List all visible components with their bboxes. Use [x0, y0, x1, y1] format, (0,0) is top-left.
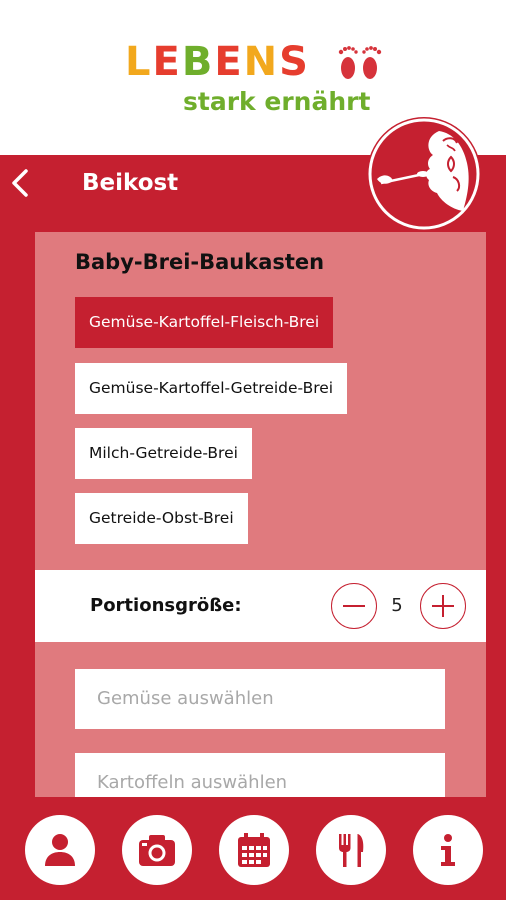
- logo-letter: E: [214, 39, 244, 85]
- logo-wordmark: LEBENS: [125, 40, 310, 84]
- portion-decrease-button[interactable]: [331, 583, 377, 629]
- camera-icon: [139, 835, 175, 866]
- nav-food-button[interactable]: [316, 815, 386, 885]
- nav-calendar-button[interactable]: [219, 815, 289, 885]
- vegetable-select[interactable]: Gemüse auswählen: [75, 669, 445, 729]
- fork-knife-icon: [339, 834, 364, 867]
- page-title: Beikost: [82, 170, 179, 196]
- brei-option-gemuese-kartoffel-getreide[interactable]: Gemüse-Kartoffel-Getreide-Brei: [75, 363, 348, 414]
- calendar-icon: [238, 833, 270, 867]
- minus-circle-icon: [343, 605, 365, 607]
- logo-letter: N: [243, 39, 280, 85]
- logo-letter: L: [125, 39, 153, 85]
- portion-increase-button[interactable]: [420, 583, 466, 629]
- logo-letter: E: [152, 39, 182, 85]
- brei-option-gemuese-kartoffel-fleisch[interactable]: Gemüse-Kartoffel-Fleisch-Brei: [75, 297, 334, 348]
- brei-option-milch-getreide[interactable]: Milch-Getreide-Brei: [75, 428, 252, 479]
- potato-select[interactable]: Kartoffeln auswählen: [75, 753, 445, 797]
- brei-builder-panel: Baby-Brei-Baukasten Gemüse-Kartoffel-Fle…: [35, 232, 486, 797]
- nav-info-button[interactable]: [413, 815, 483, 885]
- portion-size-row: Portionsgröße: 5: [35, 570, 486, 642]
- app-logo: LEBENS stark ernährt: [125, 40, 395, 120]
- baby-feet-icon: [338, 46, 382, 79]
- nav-profile-button[interactable]: [25, 815, 95, 885]
- info-icon: [441, 834, 455, 866]
- brei-option-getreide-obst[interactable]: Getreide-Obst-Brei: [75, 493, 248, 544]
- portion-size-value: 5: [391, 595, 403, 616]
- plus-circle-icon: [432, 595, 454, 617]
- portion-size-label: Portionsgröße:: [90, 595, 242, 616]
- logo-letter: LEBENS: [125, 39, 310, 85]
- user-icon: [45, 834, 75, 866]
- baby-feeding-illustration: [367, 117, 481, 231]
- logo-tagline: stark ernährt: [183, 87, 371, 116]
- section-title: Baby-Brei-Baukasten: [75, 250, 325, 274]
- logo-letter: B: [181, 39, 215, 85]
- chevron-left-icon: [12, 169, 28, 197]
- back-button[interactable]: [8, 167, 32, 199]
- baby-spoon-feeding-icon: [368, 118, 480, 230]
- nav-camera-button[interactable]: [122, 815, 192, 885]
- logo-letter: S: [279, 39, 310, 85]
